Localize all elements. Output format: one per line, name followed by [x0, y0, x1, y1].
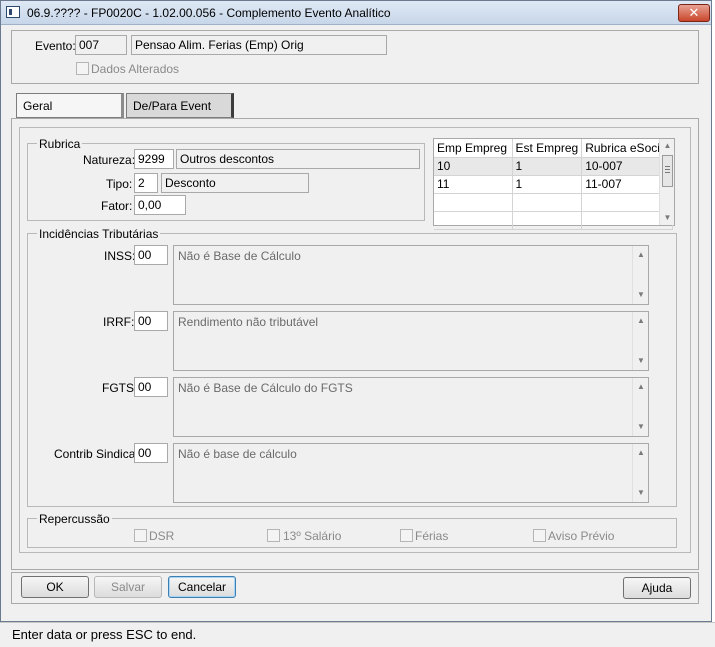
fgts-code-field[interactable]: 00: [134, 377, 168, 397]
grid-cell-empty: [434, 211, 513, 230]
grid-scrollbar[interactable]: ▲ ▼: [659, 139, 674, 225]
natureza-label: Natureza:: [83, 153, 136, 167]
grid-cell-empty: [434, 193, 513, 212]
scroll-down-icon[interactable]: ▼: [660, 211, 675, 225]
de-para-grid[interactable]: Emp Empreg Est Empreg Rubrica eSocial 10…: [433, 138, 675, 230]
irrf-desc-text: Rendimento não tributável: [178, 315, 319, 329]
inss-desc-textarea: Não é Base de Cálculo ▲ ▼: [173, 245, 649, 305]
salario13-checkbox[interactable]: [267, 529, 280, 542]
irrf-desc-scrollbar[interactable]: ▲ ▼: [632, 312, 648, 370]
contrib-sindical-code-field[interactable]: 00: [134, 443, 168, 463]
irrf-desc-textarea: Rendimento não tributável ▲ ▼: [173, 311, 649, 371]
table-row[interactable]: 10 1 10-007: [434, 157, 674, 176]
close-button[interactable]: ✕: [678, 4, 710, 22]
evento-desc-field: Pensao Alim. Ferias (Emp) Orig: [131, 35, 387, 55]
fator-field[interactable]: 0,00: [134, 195, 186, 215]
evento-label: Evento:: [35, 39, 76, 53]
irrf-label: IRRF:: [103, 315, 135, 329]
fator-label: Fator:: [101, 199, 133, 213]
scroll-down-icon[interactable]: ▼: [633, 288, 649, 302]
tipo-desc-field: Desconto: [161, 173, 309, 193]
aviso-previo-checkbox[interactable]: [533, 529, 546, 542]
contrib-sindical-desc-textarea: Não é base de cálculo ▲ ▼: [173, 443, 649, 503]
grid-cell[interactable]: 1: [512, 175, 583, 194]
grid-cell-empty: [512, 193, 583, 212]
rubrica-group-title: Rubrica: [37, 137, 83, 151]
table-row[interactable]: 11 1 11-007: [434, 175, 674, 194]
grid-cell[interactable]: 1: [512, 157, 583, 176]
ferias-label: Férias: [415, 529, 449, 543]
natureza-code-field[interactable]: 9299: [134, 149, 174, 169]
grid-table: Emp Empreg Est Empreg Rubrica eSocial 10…: [434, 139, 674, 230]
repercussao-group-title: Repercussão: [37, 512, 112, 526]
salario13-label: 13º Salário: [283, 529, 342, 543]
tab-geral-label: Geral: [23, 99, 53, 113]
scroll-up-icon[interactable]: ▲: [633, 248, 649, 262]
grid-cell[interactable]: 10: [434, 157, 513, 176]
contrib-sindical-desc-text: Não é base de cálculo: [178, 447, 297, 461]
table-row-empty: [434, 211, 674, 230]
dsr-checkbox[interactable]: [134, 529, 147, 542]
window-title: 06.9.???? - FP0020C - 1.02.00.056 - Comp…: [27, 6, 391, 20]
irrf-code-field[interactable]: 00: [134, 311, 168, 331]
scroll-down-icon[interactable]: ▼: [633, 486, 649, 500]
window-icon: [6, 6, 20, 18]
fgts-desc-text: Não é Base de Cálculo do FGTS: [178, 381, 353, 395]
fgts-desc-textarea: Não é Base de Cálculo do FGTS ▲ ▼: [173, 377, 649, 437]
grid-header-row: Emp Empreg Est Empreg Rubrica eSocial: [434, 139, 674, 158]
fgts-desc-scrollbar[interactable]: ▲ ▼: [632, 378, 648, 436]
inss-code-field[interactable]: 00: [134, 245, 168, 265]
inss-desc-scrollbar[interactable]: ▲ ▼: [632, 246, 648, 304]
contrib-sindical-desc-scrollbar[interactable]: ▲ ▼: [632, 444, 648, 502]
dados-alterados-checkbox[interactable]: [76, 62, 89, 75]
incidencias-group-title: Incidências Tributárias: [37, 227, 161, 241]
evento-code-field[interactable]: 007: [75, 35, 127, 55]
status-bar: Enter data or press ESC to end.: [0, 622, 715, 647]
contrib-sindical-label: Contrib Sindical:: [54, 447, 142, 461]
grid-cell[interactable]: 11: [434, 175, 513, 194]
status-text: Enter data or press ESC to end.: [12, 627, 197, 642]
grid-header-emp-empreg[interactable]: Emp Empreg: [434, 139, 513, 158]
dados-alterados-label: Dados Alterados: [91, 62, 180, 76]
tipo-label: Tipo:: [106, 177, 133, 191]
grid-header-est-empreg[interactable]: Est Empreg: [512, 139, 583, 158]
tab-de-para-event[interactable]: De/Para Event: [126, 93, 234, 118]
scroll-up-icon[interactable]: ▲: [633, 446, 649, 460]
tab-geral[interactable]: Geral: [16, 93, 124, 118]
scroll-up-icon[interactable]: ▲: [660, 139, 675, 153]
scroll-up-icon[interactable]: ▲: [633, 380, 649, 394]
dialog-window: 06.9.???? - FP0020C - 1.02.00.056 - Comp…: [0, 0, 712, 622]
fgts-label: FGTS:: [102, 381, 138, 395]
scroll-down-icon[interactable]: ▼: [633, 420, 649, 434]
salvar-button[interactable]: Salvar: [94, 576, 162, 598]
scroll-down-icon[interactable]: ▼: [633, 354, 649, 368]
inss-label: INSS:: [104, 249, 136, 263]
aviso-previo-label: Aviso Prévio: [548, 529, 615, 543]
dsr-label: DSR: [149, 529, 175, 543]
tab-de-para-label: De/Para Event: [133, 99, 212, 113]
scroll-up-icon[interactable]: ▲: [633, 314, 649, 328]
title-bar[interactable]: 06.9.???? - FP0020C - 1.02.00.056 - Comp…: [1, 1, 711, 25]
ajuda-button[interactable]: Ajuda: [623, 577, 691, 599]
ferias-checkbox[interactable]: [400, 529, 413, 542]
cancelar-button[interactable]: Cancelar: [168, 576, 236, 598]
grid-cell-empty: [512, 211, 583, 230]
tipo-code-field[interactable]: 2: [134, 173, 158, 193]
scroll-thumb[interactable]: [662, 155, 673, 187]
inss-desc-text: Não é Base de Cálculo: [178, 249, 301, 263]
table-row-empty: [434, 193, 674, 212]
natureza-desc-field: Outros descontos: [176, 149, 420, 169]
ok-button[interactable]: OK: [21, 576, 89, 598]
